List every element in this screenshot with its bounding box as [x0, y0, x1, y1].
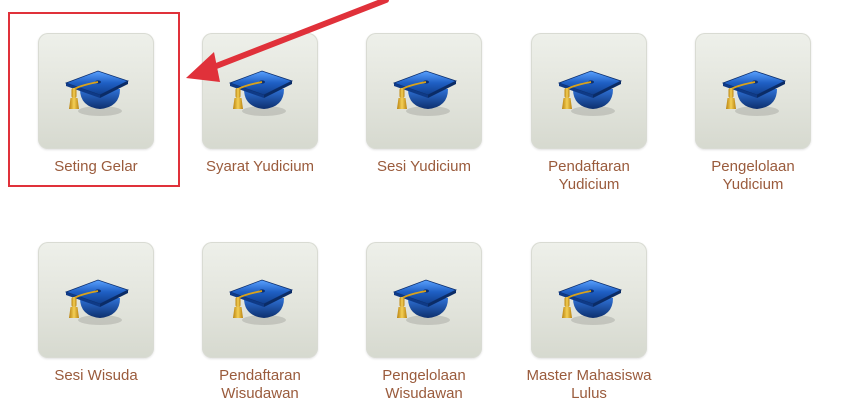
annotation-arrow-icon — [186, 0, 389, 82]
menu-grid: Seting Gelar Syarat Yudicium Sesi Yudici… — [0, 0, 866, 406]
